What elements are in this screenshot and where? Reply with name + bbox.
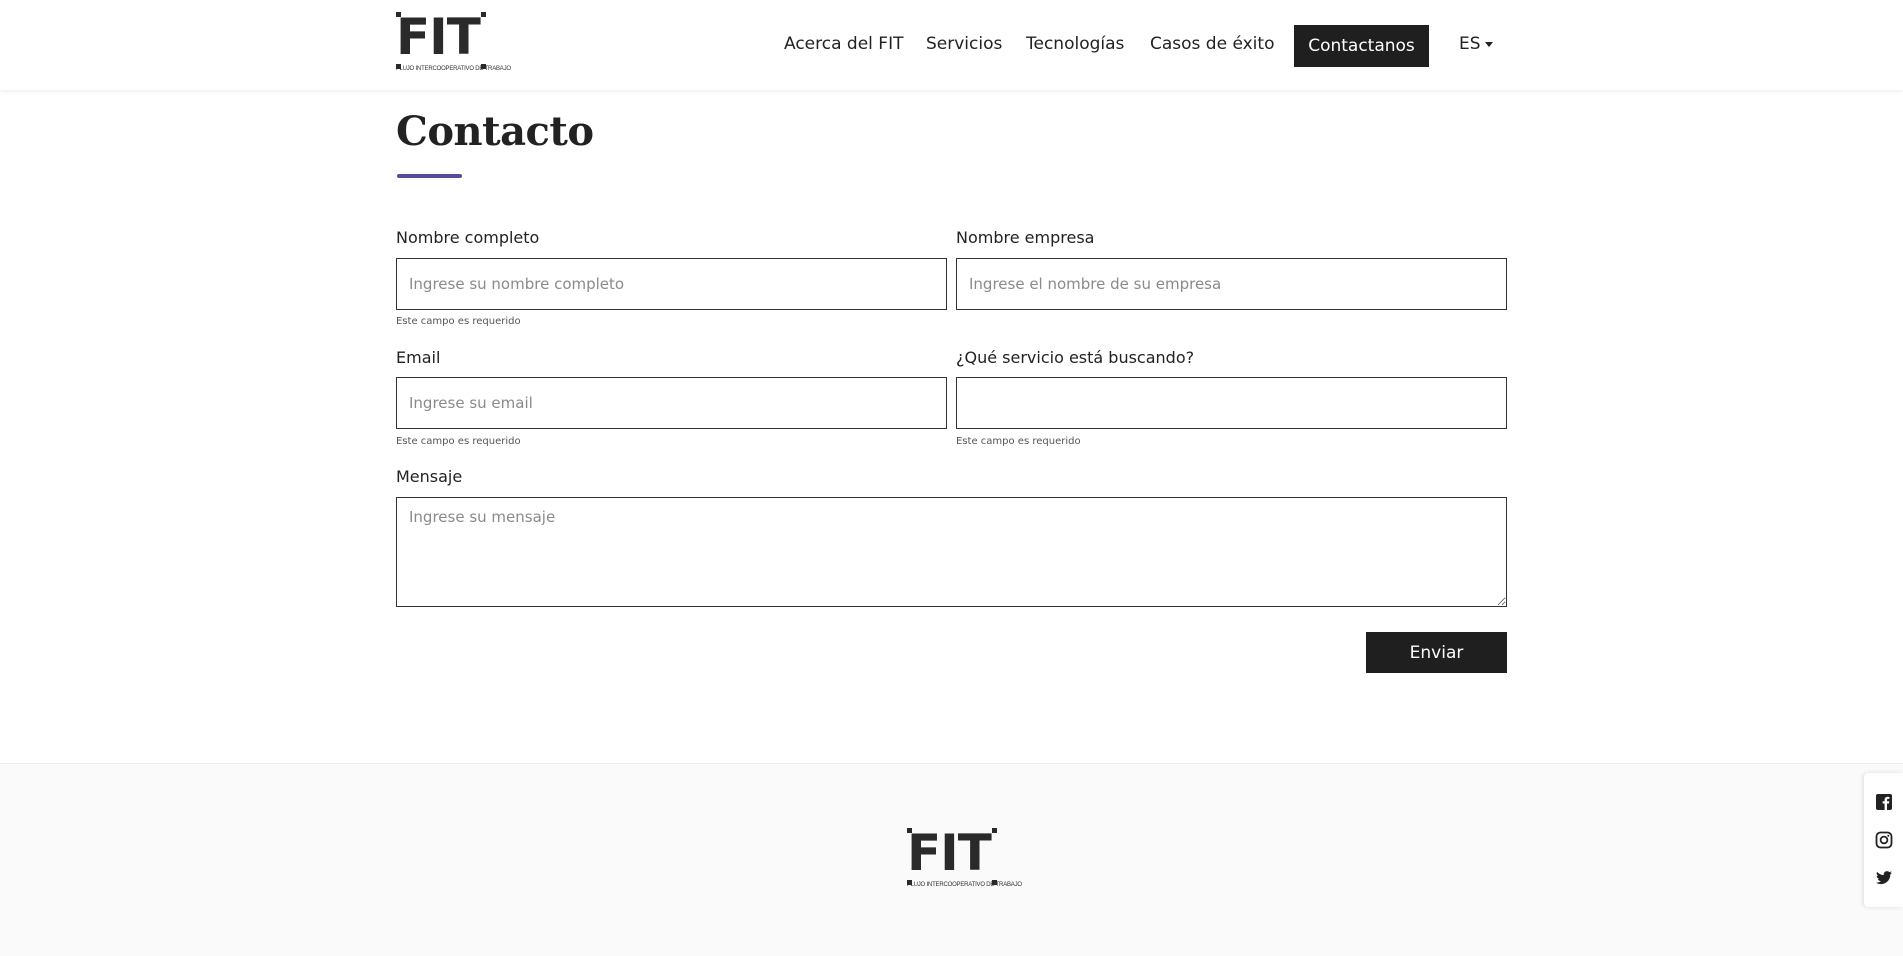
nombre-required-hint: Este campo es requerido <box>396 316 521 327</box>
contactanos-button[interactable]: Contactanos <box>1294 25 1429 67</box>
logo-corner-mark <box>481 64 486 69</box>
instagram-icon[interactable] <box>1875 831 1893 849</box>
logo-tagline: FLUJO INTERCOOPERATIVO DE TRABAJO <box>396 66 511 72</box>
nombre-label: Nombre completo <box>396 228 540 247</box>
nav-tecnologias[interactable]: Tecnologías <box>1026 34 1124 54</box>
servicio-required-hint: Este campo es requerido <box>956 436 1081 447</box>
logo-corner-mark <box>992 880 997 885</box>
fit-logo[interactable]: FIT FLUJO INTERCOOPERATIVO DE TRABAJO <box>396 8 511 80</box>
logo-brand: FIT <box>907 824 992 882</box>
email-input[interactable] <box>396 377 947 429</box>
logo-corner-mark <box>992 828 997 833</box>
caret-down-icon <box>1484 41 1493 47</box>
nombre-input[interactable] <box>396 258 947 310</box>
logo-corner-mark <box>396 64 401 69</box>
logo-tagline: FLUJO INTERCOOPERATIVO DE TRABAJO <box>907 882 1022 888</box>
logo-brand: FIT <box>396 8 481 66</box>
logo-corner-mark <box>907 828 912 833</box>
logo-corner-mark <box>396 12 401 17</box>
title-underline <box>397 174 462 178</box>
email-required-hint: Este campo es requerido <box>396 436 521 447</box>
empresa-input[interactable] <box>956 258 1507 310</box>
site-header: FIT FLUJO INTERCOOPERATIVO DE TRABAJO Ac… <box>0 0 1903 90</box>
servicio-input[interactable] <box>956 377 1507 429</box>
nav-acerca[interactable]: Acerca del FIT <box>784 34 903 54</box>
empresa-label: Nombre empresa <box>956 228 1095 247</box>
servicio-label: ¿Qué servicio está buscando? <box>956 348 1195 367</box>
logo-corner-mark <box>481 12 486 17</box>
mensaje-textarea[interactable] <box>396 497 1507 607</box>
social-sidebar <box>1864 773 1903 907</box>
twitter-icon[interactable] <box>1875 869 1893 887</box>
page-title: Contacto <box>396 108 594 155</box>
logo-corner-mark <box>907 880 912 885</box>
facebook-icon[interactable] <box>1875 793 1893 811</box>
nav-casos-de-exito[interactable]: Casos de éxito <box>1150 34 1274 54</box>
language-label: ES <box>1459 34 1481 54</box>
email-label: Email <box>396 348 441 367</box>
enviar-button[interactable]: Enviar <box>1366 632 1507 673</box>
nav-servicios[interactable]: Servicios <box>926 34 1002 54</box>
language-dropdown[interactable]: ES <box>1459 34 1493 54</box>
footer-fit-logo[interactable]: FIT FLUJO INTERCOOPERATIVO DE TRABAJO <box>907 824 1022 896</box>
mensaje-label: Mensaje <box>396 467 463 486</box>
